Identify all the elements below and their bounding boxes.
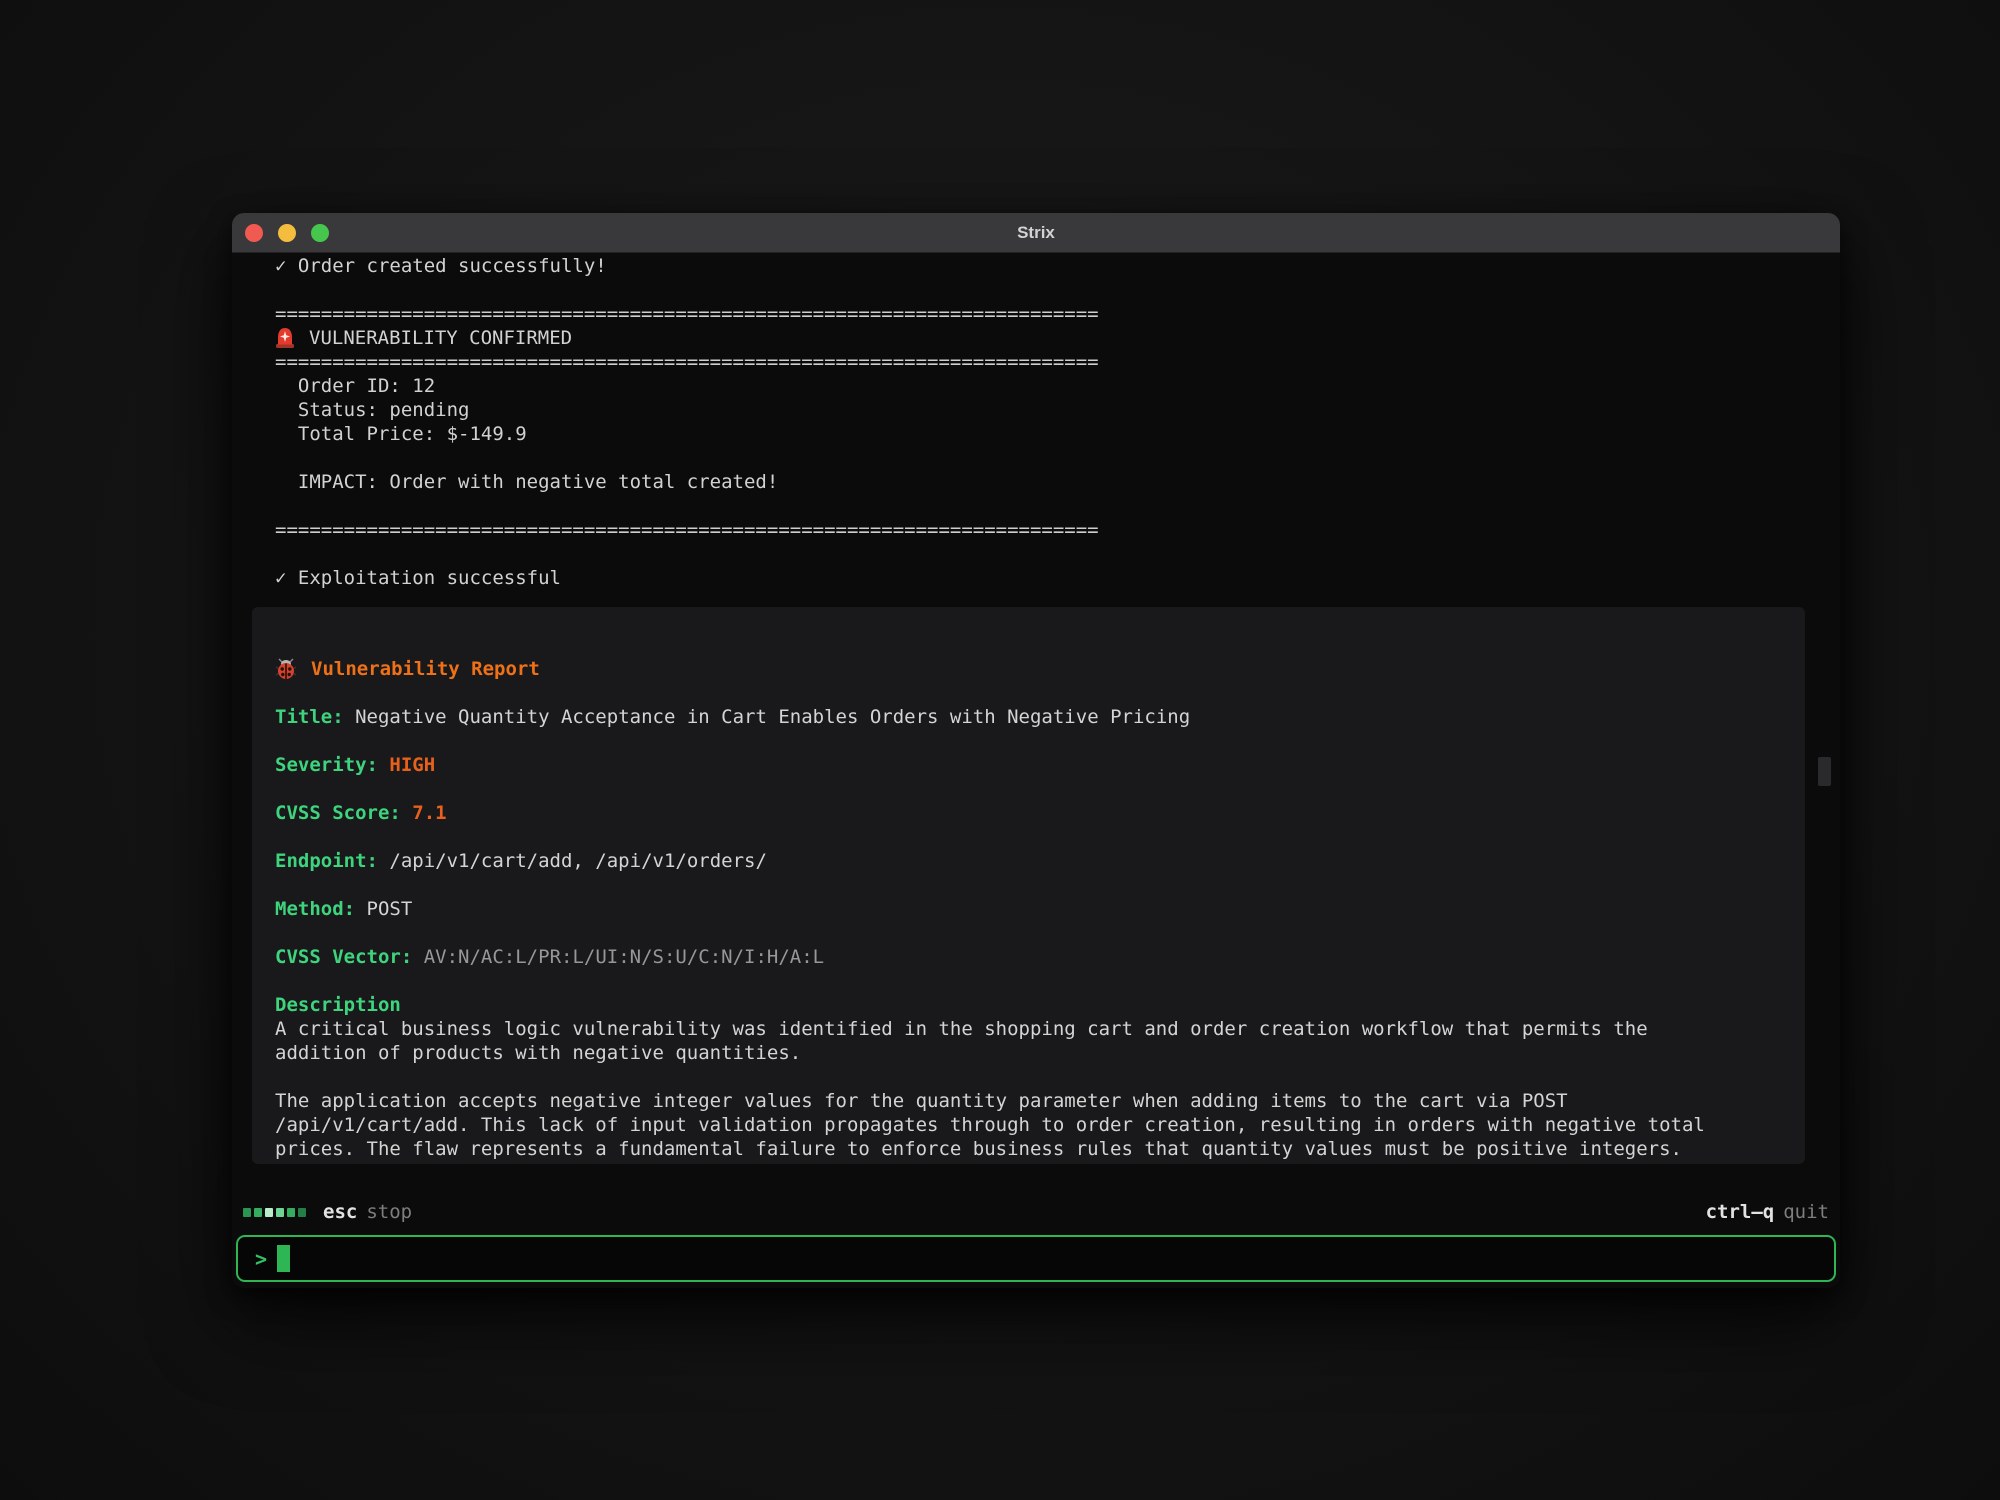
minimize-window-button[interactable] [278, 224, 296, 242]
text-cursor [277, 1245, 290, 1272]
report-method-row: Method: POST [275, 897, 1735, 921]
cvss-score-value: 7.1 [412, 802, 446, 824]
report-description-section: Description A critical business logic vu… [275, 993, 1735, 1161]
severity-label: Severity: [275, 754, 378, 776]
separator-line: ========================================… [275, 518, 1840, 542]
vulnerability-confirmed-heading: VULNERABILITY CONFIRMED [275, 326, 1840, 350]
command-input[interactable]: > [236, 1235, 1836, 1282]
report-title: Vulnerability Report [311, 657, 540, 681]
terminal-output[interactable]: ✓ Order created successfully! ==========… [232, 254, 1840, 1211]
cvss-vector-label: CVSS Vector: [275, 946, 412, 968]
title-value: Negative Quantity Acceptance in Cart Ena… [355, 706, 1190, 728]
endpoint-label: Endpoint: [275, 850, 378, 872]
order-id-line: Order ID: 12 [275, 374, 1840, 398]
report-cvss-vector-row: CVSS Vector: AV:N/AC:L/PR:L/UI:N/S:U/C:N… [275, 945, 1735, 969]
total-price-line: Total Price: $-149.9 [275, 422, 1840, 446]
siren-icon [275, 327, 295, 349]
status-bar: esc stop ctrl–q quit [243, 1199, 1829, 1225]
window-titlebar[interactable]: Strix [232, 213, 1840, 253]
report-title-row: Title: Negative Quantity Acceptance in C… [275, 705, 1735, 729]
exploitation-success-message: ✓ Exploitation successful [275, 566, 1840, 590]
order-status-line: Status: pending [275, 398, 1840, 422]
traffic-lights [232, 224, 329, 242]
vulnerability-confirmed-text: VULNERABILITY CONFIRMED [309, 326, 572, 350]
esc-key-label: esc [323, 1201, 357, 1223]
activity-spinner [243, 1208, 306, 1217]
description-paragraph-1: A critical business logic vulnerability … [275, 1017, 1735, 1065]
cvss-vector-value: AV:N/AC:L/PR:L/UI:N/S:U/C:N/I:H/A:L [424, 946, 824, 968]
method-value: POST [367, 898, 413, 920]
report-header: Vulnerability Report [275, 657, 1735, 681]
scrollbar-thumb[interactable] [1818, 757, 1831, 786]
separator-line: ========================================… [275, 350, 1840, 374]
desktop-background: Strix ✓ Order created successfully! ====… [0, 0, 2000, 1500]
impact-line: IMPACT: Order with negative total create… [275, 470, 1840, 494]
endpoint-value: /api/v1/cart/add, /api/v1/orders/ [389, 850, 767, 872]
bug-icon [275, 658, 297, 680]
zoom-window-button[interactable] [311, 224, 329, 242]
stop-key-hint[interactable]: esc stop [243, 1201, 412, 1223]
title-label: Title: [275, 706, 344, 728]
description-label: Description [275, 993, 1735, 1017]
window-title: Strix [232, 223, 1840, 243]
ctrl-q-key-label: ctrl–q [1706, 1201, 1775, 1223]
strix-window: Strix ✓ Order created successfully! ====… [232, 213, 1840, 1288]
quit-action-label: quit [1783, 1201, 1829, 1223]
close-window-button[interactable] [245, 224, 263, 242]
separator-line: ========================================… [275, 302, 1840, 326]
report-severity-row: Severity: HIGH [275, 753, 1735, 777]
report-cvss-score-row: CVSS Score: 7.1 [275, 801, 1735, 825]
esc-action-label: stop [366, 1201, 412, 1223]
prompt-symbol: > [255, 1247, 267, 1271]
report-endpoint-row: Endpoint: /api/v1/cart/add, /api/v1/orde… [275, 849, 1735, 873]
severity-value: HIGH [389, 754, 435, 776]
quit-key-hint[interactable]: ctrl–q quit [1706, 1201, 1829, 1223]
cvss-score-label: CVSS Score: [275, 802, 401, 824]
description-paragraph-2: The application accepts negative integer… [275, 1089, 1735, 1161]
method-label: Method: [275, 898, 355, 920]
vulnerability-report-panel: Vulnerability Report Title: Negative Qua… [252, 607, 1805, 1164]
order-success-message: ✓ Order created successfully! [275, 254, 1840, 278]
